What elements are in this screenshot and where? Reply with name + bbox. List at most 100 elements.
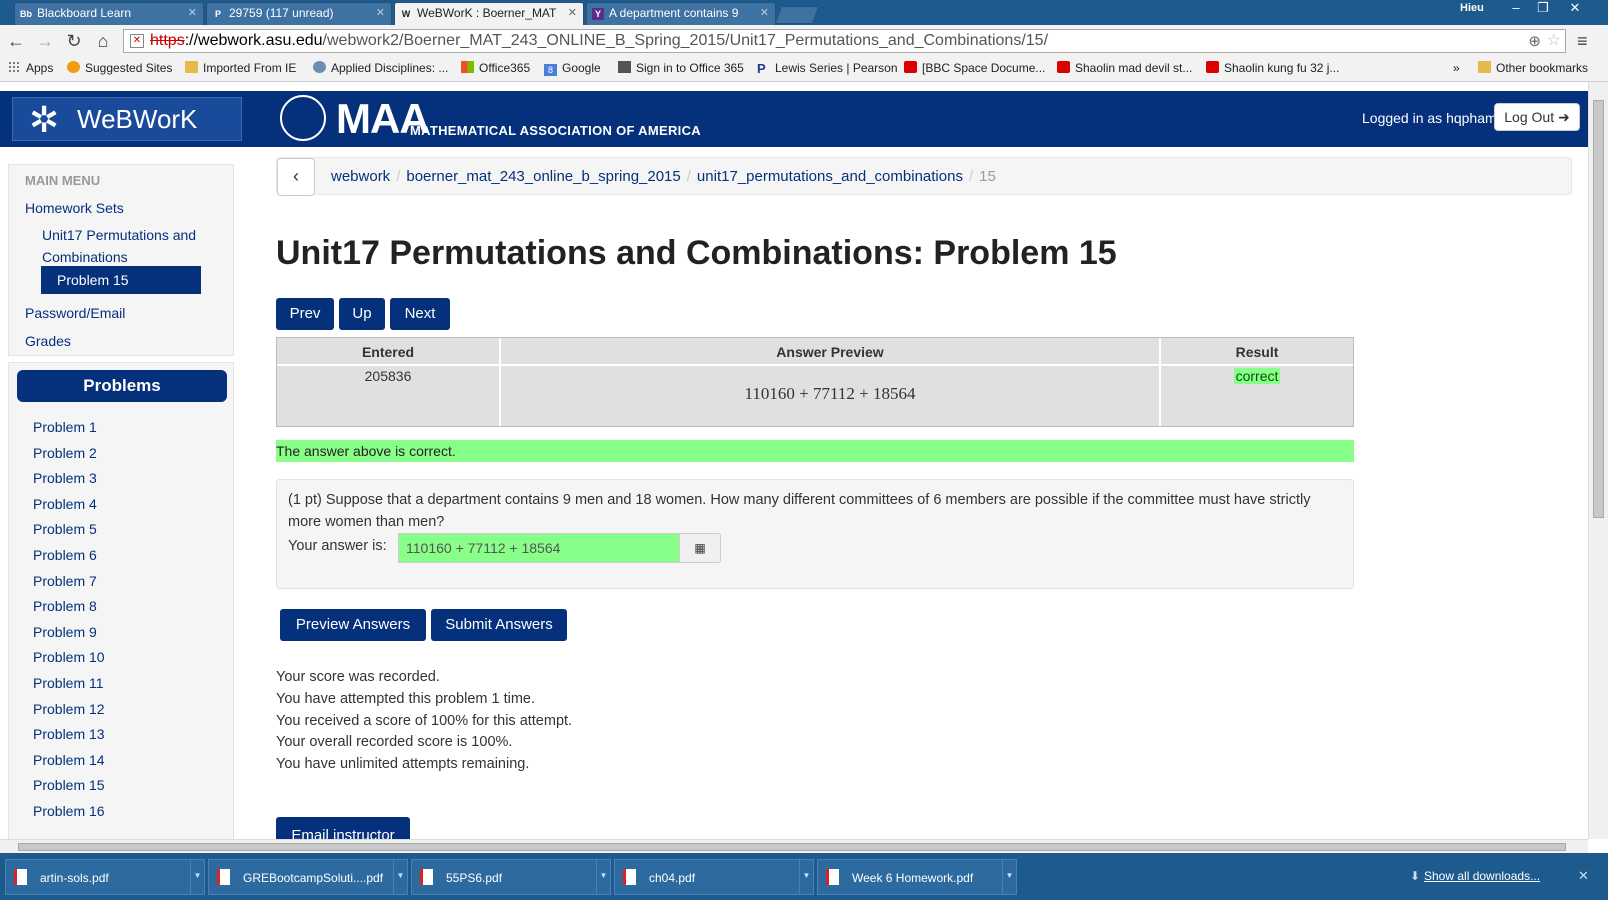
download-shelf: artin-sols.pdf ▼ GREBootcampSoluti....pd…	[0, 853, 1608, 900]
bookmark-lewis-pearson[interactable]: P Lewis Series | Pearson	[757, 61, 898, 75]
close-icon[interactable]: ✕	[376, 6, 385, 19]
back-arrow-icon[interactable]: ←	[5, 30, 27, 52]
breadcrumb-link[interactable]: unit17_permutations_and_combinations	[697, 168, 963, 185]
problem-link[interactable]: Problem 9	[33, 624, 97, 640]
restore-icon[interactable]: ❐	[1530, 0, 1556, 16]
bookmarks-bar: Apps Suggested Sites Imported From IE Ap…	[0, 57, 1608, 82]
vertical-scrollbar[interactable]	[1588, 82, 1608, 839]
problem-link[interactable]: Problem 1	[33, 419, 97, 435]
equation-editor-button[interactable]: ▦	[679, 533, 721, 563]
chevron-down-icon[interactable]: ▼	[190, 860, 204, 894]
breadcrumb-back-button[interactable]: ‹	[277, 158, 315, 196]
tab-webwork[interactable]: W WeBWorK : Boerner_MAT ✕	[394, 2, 584, 25]
problem-link[interactable]: Problem 8	[33, 598, 97, 614]
reload-icon[interactable]: ↻	[63, 30, 85, 52]
bookmarks-overflow-chevron[interactable]: »	[1453, 61, 1460, 75]
webwork-logo[interactable]: ✲ WeBWorK	[12, 97, 242, 141]
breadcrumb-separator: /	[396, 168, 401, 185]
bookmark-apps[interactable]: Apps	[8, 61, 53, 75]
download-item[interactable]: 55PS6.pdf ▼	[411, 859, 611, 895]
webwork-logo-text: WeBWorK	[77, 104, 198, 134]
problem-link[interactable]: Problem 13	[33, 726, 105, 742]
close-icon[interactable]: ✕	[568, 6, 577, 19]
chrome-menu-icon[interactable]: ≡	[1577, 31, 1588, 52]
window-user: Hieu	[1460, 2, 1484, 14]
menu-set-name-line2[interactable]: Combinations	[42, 249, 128, 265]
chevron-down-icon[interactable]: ▼	[596, 860, 610, 894]
up-button[interactable]: Up	[339, 298, 385, 330]
address-bar[interactable]: ✕ https://webwork.asu.edu/webwork2/Boern…	[123, 29, 1566, 53]
bookmark-shaolin-kung-fu[interactable]: Shaolin kung fu 32 j...	[1206, 61, 1339, 75]
scrollbar-thumb[interactable]	[1593, 100, 1604, 518]
answer-input[interactable]: 110160 + 77112 + 18564	[398, 533, 680, 563]
forward-arrow-icon[interactable]: →	[34, 30, 56, 52]
problem-link[interactable]: Problem 2	[33, 445, 97, 461]
menu-grades[interactable]: Grades	[25, 333, 71, 349]
close-icon[interactable]: ✕	[188, 6, 197, 19]
bookmark-label: Imported From IE	[203, 61, 297, 75]
bookmark-bbc-space[interactable]: [BBC Space Docume...	[904, 61, 1045, 75]
chevron-down-icon[interactable]: ▼	[393, 860, 407, 894]
close-icon[interactable]: ✕	[760, 6, 769, 19]
result-header: Result	[1161, 338, 1353, 366]
problem-link[interactable]: Problem 11	[33, 675, 104, 691]
minimize-icon[interactable]: –	[1503, 0, 1529, 15]
bookmark-office365-signin[interactable]: Sign in to Office 365	[618, 61, 744, 75]
new-tab-button[interactable]	[774, 6, 820, 24]
breadcrumb-link[interactable]: boerner_mat_243_online_b_spring_2015	[406, 168, 680, 185]
download-item[interactable]: artin-sols.pdf ▼	[5, 859, 205, 895]
submit-answers-button[interactable]: Submit Answers	[431, 609, 567, 641]
problem-link[interactable]: Problem 5	[33, 521, 97, 537]
youtube-icon	[1057, 61, 1070, 73]
bookmark-shaolin-mad-devil[interactable]: Shaolin mad devil st...	[1057, 61, 1192, 75]
problem-link[interactable]: Problem 4	[33, 496, 97, 512]
tab-yahoo-answers[interactable]: Y A department contains 9 ✕	[586, 2, 776, 25]
logout-button[interactable]: Log Out ➜	[1494, 103, 1580, 131]
download-item[interactable]: ch04.pdf ▼	[614, 859, 814, 895]
tab-label: A department contains 9	[609, 6, 739, 20]
home-icon[interactable]: ⌂	[92, 30, 114, 52]
download-arrow-icon: ⬇	[1410, 869, 1421, 883]
bookmark-label: Shaolin mad devil st...	[1075, 61, 1193, 75]
problem-link[interactable]: Problem 14	[33, 752, 105, 768]
zoom-icon[interactable]: ⊕	[1528, 31, 1541, 53]
problem-link[interactable]: Problem 6	[33, 547, 97, 563]
bookmark-label: [BBC Space Docume...	[922, 61, 1046, 75]
show-all-downloads-link[interactable]: Show all downloads...	[1424, 869, 1540, 883]
window-close-icon[interactable]: ✕	[1562, 0, 1588, 16]
menu-active-problem[interactable]: Problem 15	[41, 266, 201, 294]
bookmark-imported-ie[interactable]: Imported From IE	[185, 61, 296, 75]
chevron-down-icon[interactable]: ▼	[799, 860, 813, 894]
problem-link[interactable]: Problem 12	[33, 701, 105, 717]
download-item[interactable]: GREBootcampSoluti....pdf ▼	[208, 859, 408, 895]
bookmark-suggested-sites[interactable]: Suggested Sites	[67, 61, 172, 75]
bookmark-applied-disciplines[interactable]: Applied Disciplines: ...	[313, 61, 448, 75]
bookmark-other[interactable]: Other bookmarks	[1478, 61, 1588, 75]
menu-homework-sets[interactable]: Homework Sets	[25, 200, 124, 216]
problem-link[interactable]: Problem 7	[33, 573, 97, 589]
next-button[interactable]: Next	[390, 298, 450, 330]
chevron-down-icon[interactable]: ▼	[1002, 860, 1016, 894]
problem-link[interactable]: Problem 3	[33, 470, 97, 486]
menu-set-name-line1[interactable]: Unit17 Permutations and	[42, 227, 196, 243]
breadcrumb-link[interactable]: webwork	[331, 168, 390, 185]
youtube-icon	[1206, 61, 1219, 73]
tab-piazza[interactable]: P 29759 (117 unread) ✕	[206, 2, 392, 25]
prev-button[interactable]: Prev	[276, 298, 334, 330]
horizontal-scrollbar[interactable]	[0, 839, 1588, 853]
download-item[interactable]: Week 6 Homework.pdf ▼	[817, 859, 1017, 895]
bookmark-star-icon[interactable]: ☆	[1547, 30, 1561, 52]
bookmark-google[interactable]: 8 Google	[544, 61, 601, 76]
preview-answers-button[interactable]: Preview Answers	[280, 609, 426, 641]
pdf-icon	[826, 869, 839, 885]
tab-blackboard[interactable]: Bb Blackboard Learn ✕	[14, 2, 204, 25]
menu-password-email[interactable]: Password/Email	[25, 305, 125, 321]
close-icon[interactable]: ✕	[1578, 868, 1589, 884]
problem-link[interactable]: Problem 10	[33, 649, 105, 665]
email-instructor-button[interactable]: Email instructor	[276, 817, 410, 839]
scrollbar-thumb[interactable]	[18, 843, 1566, 851]
problem-link[interactable]: Problem 15	[33, 777, 105, 793]
bookmark-label: Other bookmarks	[1496, 61, 1589, 75]
problem-link[interactable]: Problem 16	[33, 803, 105, 819]
bookmark-office365[interactable]: Office365	[461, 61, 530, 75]
